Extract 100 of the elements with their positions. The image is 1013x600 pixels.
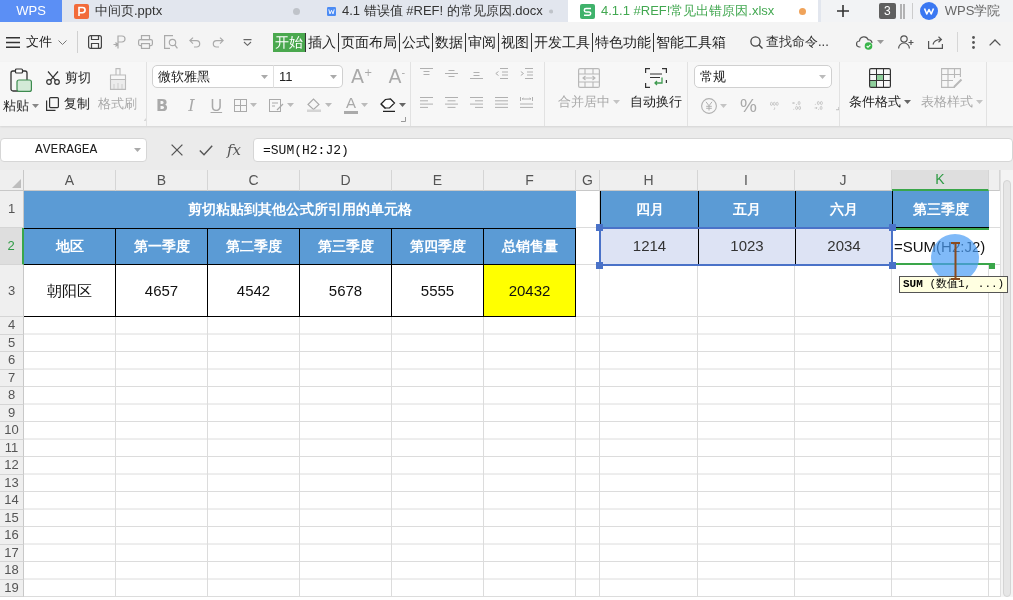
row-header[interactable]: 16: [0, 527, 24, 545]
header-cell: 第三季度: [300, 228, 392, 265]
cut-button[interactable]: 剪切: [46, 69, 91, 86]
dialog-launcher-icon[interactable]: [401, 117, 406, 122]
column-header[interactable]: C: [208, 170, 300, 191]
ribbon-tab[interactable]: 页面布局: [338, 32, 399, 52]
unsaved-dot-icon: [548, 7, 553, 15]
conditional-format-button[interactable]: 条件格式: [849, 62, 911, 126]
font-name-dropdown[interactable]: 微软雅黑: [152, 65, 274, 88]
caret-icon[interactable]: [134, 148, 141, 152]
caret-icon[interactable]: [399, 103, 407, 107]
row-header[interactable]: 10: [0, 422, 24, 440]
row-header[interactable]: 18: [0, 562, 24, 580]
table-title: 剪切粘贴到其他公式所引用的单元格: [24, 191, 576, 228]
ribbon-tab[interactable]: 插入: [305, 32, 338, 52]
row-header[interactable]: 4: [0, 317, 24, 335]
wrap-text-button[interactable]: 自动换行: [630, 62, 682, 126]
header-cell: 第三季度: [892, 191, 989, 228]
header-cell: 总销售量: [484, 228, 576, 265]
paintbrush-icon: [107, 68, 128, 90]
column-header[interactable]: I: [698, 170, 795, 191]
cloud-sync-icon[interactable]: [856, 34, 874, 50]
paste-button[interactable]: 粘贴: [3, 62, 39, 126]
dialog-launcher-icon[interactable]: [835, 106, 839, 111]
font-size-dropdown[interactable]: 11: [273, 65, 343, 88]
eraser-icon[interactable]: [380, 98, 397, 112]
ribbon-tab[interactable]: 视图: [498, 32, 531, 52]
ribbon-tab[interactable]: 特色功能: [592, 32, 653, 52]
row-header[interactable]: 8: [0, 387, 24, 405]
print-preview-icon[interactable]: [164, 35, 178, 49]
ribbon-tab[interactable]: 开发工具: [531, 32, 592, 52]
header-cell: 第一季度: [116, 228, 208, 265]
table-cell: 4542: [208, 265, 300, 317]
table-cell: 朝阳区: [24, 265, 116, 317]
search-icon[interactable]: [750, 35, 763, 49]
spreadsheet-file-icon: [580, 3, 595, 19]
row-header[interactable]: 3: [0, 265, 24, 317]
insert-function-button[interactable]: fx: [227, 141, 241, 159]
ribbon-tab[interactable]: 智能工具箱: [653, 32, 728, 52]
formula-field[interactable]: =SUM(H2:J2): [253, 138, 1013, 162]
table-style-icon: [941, 68, 963, 88]
row-header[interactable]: 1: [0, 191, 24, 228]
print-icon[interactable]: [138, 35, 153, 49]
selection-handle[interactable]: [596, 262, 603, 269]
merge-cells-icon: [578, 68, 600, 88]
file-menu-button[interactable]: 文件: [6, 34, 67, 50]
conditional-format-icon: [869, 68, 891, 88]
column-header[interactable]: E: [392, 170, 484, 191]
caret-icon[interactable]: [904, 100, 911, 104]
customize-icon[interactable]: [243, 38, 252, 46]
tab-count-badge[interactable]: 3: [879, 2, 896, 20]
column-header[interactable]: D: [300, 170, 392, 191]
row-header[interactable]: 6: [0, 352, 24, 370]
ribbon-tab[interactable]: 公式: [399, 32, 432, 52]
export-icon[interactable]: [113, 35, 127, 49]
selection-handle[interactable]: [596, 224, 603, 231]
column-header[interactable]: F: [484, 170, 576, 191]
scissors-icon: [46, 70, 60, 85]
menu-icon: [6, 36, 20, 48]
selection-handle[interactable]: [889, 262, 896, 269]
column-header[interactable]: B: [116, 170, 208, 191]
new-tab-icon[interactable]: [837, 5, 849, 17]
wps-academy-button[interactable]: WPS学院: [919, 2, 1001, 20]
tab-list-icon[interactable]: [899, 3, 905, 19]
ribbon-tab[interactable]: 审阅: [465, 32, 498, 52]
presentation-file-icon: [74, 3, 89, 19]
undo-icon[interactable]: [189, 36, 201, 48]
row-header[interactable]: 14: [0, 492, 24, 510]
name-box[interactable]: AVERAGEA: [0, 138, 147, 162]
selection-handle[interactable]: [889, 224, 896, 231]
row-header[interactable]: 12: [0, 457, 24, 475]
header-cell: 四月: [600, 191, 698, 228]
header-cell: 第四季度: [392, 228, 484, 265]
corner-triangle-icon: [12, 179, 21, 188]
column-header[interactable]: J: [795, 170, 892, 191]
share-icon[interactable]: [928, 35, 943, 49]
save-icon[interactable]: [88, 35, 102, 49]
copy-button[interactable]: 复制: [46, 95, 91, 112]
function-tooltip: SUM (数值1, ...): [899, 276, 1009, 293]
search-field[interactable]: 查找命令...: [766, 34, 856, 50]
table-cell: 20432: [484, 265, 576, 317]
add-user-icon[interactable]: [898, 35, 914, 49]
collapse-icon[interactable]: [989, 38, 1001, 46]
cancel-icon[interactable]: [171, 144, 183, 156]
copy-icon: [46, 96, 59, 111]
column-header[interactable]: A: [24, 170, 116, 191]
table-cell: 4657: [116, 265, 208, 317]
column-header[interactable]: G: [576, 170, 600, 191]
caret-icon[interactable]: [330, 74, 337, 79]
column-header[interactable]: H: [600, 170, 698, 191]
table-cell: 5555: [392, 265, 484, 317]
redo-icon[interactable]: [212, 36, 224, 48]
fill-handle[interactable]: [989, 263, 995, 269]
caret-icon[interactable]: [877, 40, 884, 44]
select-all-button[interactable]: [0, 170, 24, 191]
ribbon-tab[interactable]: 数据: [432, 32, 465, 52]
caret-icon[interactable]: [261, 74, 268, 79]
confirm-icon[interactable]: [199, 144, 213, 156]
caret-icon[interactable]: [32, 104, 39, 108]
more-icon[interactable]: [972, 35, 975, 49]
